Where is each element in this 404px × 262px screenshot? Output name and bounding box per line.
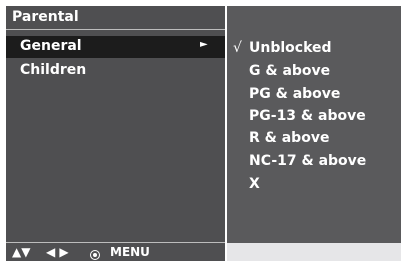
option-label: Unblocked: [249, 40, 332, 56]
up-down-arrows-icon: ▲▼: [12, 245, 31, 259]
menu-item-label: General: [20, 38, 82, 54]
ok-button-icon: [90, 247, 100, 261]
menu-item-label: Children: [20, 62, 87, 78]
left-right-arrows-icon: ◀ ▶: [46, 245, 69, 259]
menu-title-bar: Parental: [6, 6, 225, 30]
option-pg-and-above[interactable]: PG & above: [227, 84, 401, 106]
option-unblocked[interactable]: √ Unblocked: [227, 38, 401, 60]
menu-title: Parental: [12, 9, 79, 25]
parental-menu-screen: Parental General ► Children ▲▼ ◀ ▶ MENU …: [0, 0, 404, 261]
panel-bottom-area: [227, 243, 401, 261]
option-r-and-above[interactable]: R & above: [227, 128, 401, 150]
option-label: PG-13 & above: [249, 108, 366, 124]
option-nc17-and-above[interactable]: NC-17 & above: [227, 151, 401, 173]
option-g-and-above[interactable]: G & above: [227, 61, 401, 83]
arrow-right-icon: ►: [200, 39, 208, 50]
navigation-hint-bar: ▲▼ ◀ ▶ MENU: [6, 242, 225, 262]
option-x[interactable]: X: [227, 174, 401, 196]
menu-item-children[interactable]: Children: [6, 60, 225, 82]
check-mark-icon: √: [233, 40, 242, 56]
option-label: G & above: [249, 63, 331, 79]
option-label: NC-17 & above: [249, 153, 367, 169]
option-label: X: [249, 176, 260, 192]
option-label: R & above: [249, 130, 330, 146]
option-pg13-and-above[interactable]: PG-13 & above: [227, 106, 401, 128]
menu-item-general[interactable]: General ►: [6, 36, 225, 58]
option-label: PG & above: [249, 86, 341, 102]
parental-menu-panel: Parental General ► Children ▲▼ ◀ ▶ MENU: [6, 6, 225, 261]
menu-hint-label: MENU: [110, 245, 150, 259]
rating-options-panel: √ Unblocked G & above PG & above PG-13 &…: [227, 6, 401, 243]
